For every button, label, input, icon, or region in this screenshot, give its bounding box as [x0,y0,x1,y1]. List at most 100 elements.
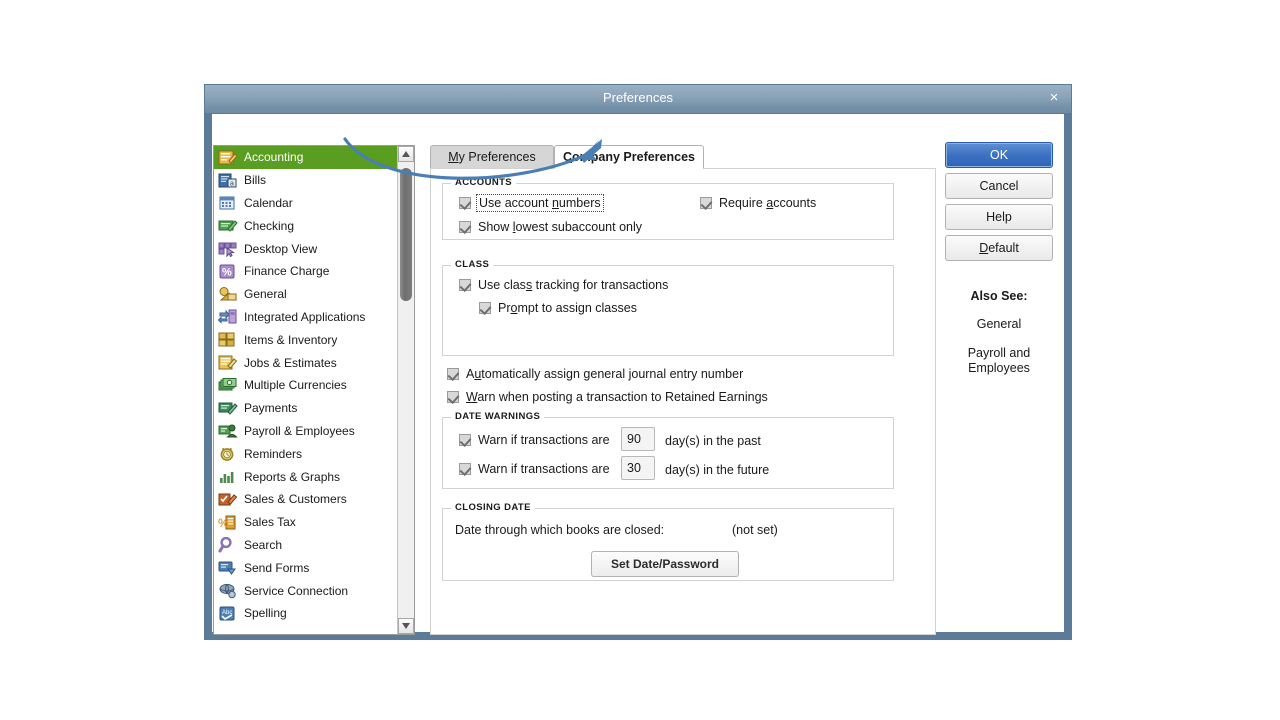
spelling-icon: Abc [218,605,238,622]
sidebar-item-jobs-estimates[interactable]: Jobs & Estimates [214,351,398,374]
sidebar-item-accounting[interactable]: Accounting [214,146,398,169]
sidebar-item-sales-tax[interactable]: % Sales Tax [214,511,398,534]
warn-future-row[interactable]: Warn if transactions are [459,462,610,476]
svg-text:%: % [218,516,229,530]
desktop-view-icon [218,240,238,258]
sidebar-item-payroll-employees[interactable]: Payroll & Employees [214,420,398,443]
help-button[interactable]: Help [945,204,1053,230]
sidebar-scrollbar[interactable] [397,146,414,634]
closing-date-value: (not set) [732,523,778,537]
sidebar-item-label: Bills [244,173,267,188]
auto-assign-journal-row[interactable]: Automatically assign general journal ent… [447,367,743,381]
show-lowest-subaccount-row[interactable]: Show lowest subaccount only [459,220,642,234]
prompt-assign-classes-row[interactable]: Prompt to assign classes [479,301,637,315]
reminders-icon [218,445,238,462]
require-accounts-label: Require accounts [719,196,817,210]
sidebar-item-items-inventory[interactable]: Items & Inventory [214,328,398,351]
sidebar-item-service-connection[interactable]: Service Connection [214,579,398,602]
screen: Preferences × Accounting a Bills Calendar Ch… [0,0,1280,720]
days-in-future-suffix: day(s) in the future [665,463,770,477]
require-accounts-checkbox[interactable] [700,197,712,209]
use-class-tracking-label: Use class tracking for transactions [478,278,669,292]
jobs-estimates-icon [218,354,238,371]
warn-retained-earnings-label: Warn when posting a transaction to Retai… [466,390,768,404]
date-warnings-group: DATE WARNINGS Warn if transactions are 9… [442,411,894,489]
sidebar-item-label: Integrated Applications [244,309,366,324]
days-in-past-input[interactable]: 90 [621,427,655,451]
reports-graphs-icon [218,468,238,485]
finance-charge-icon: % [218,263,238,280]
sidebar-item-calendar[interactable]: Calendar [214,192,398,215]
also-see-link-general[interactable]: General [945,317,1053,332]
accounts-group-title: ACCOUNTS [451,177,517,188]
sidebar-item-label: Service Connection [244,583,349,598]
multiple-currencies-icon [218,377,238,394]
sidebar-item-desktop-view[interactable]: Desktop View [214,237,398,260]
dialog-inner: Accounting a Bills Calendar Checking Desktop … [212,114,1064,635]
sidebar-item-spelling[interactable]: Abc Spelling [214,602,398,625]
tab-company-preferences[interactable]: Company Preferences [554,145,704,169]
sidebar-item-search[interactable]: Search [214,534,398,557]
warn-past-label: Warn if transactions are [478,433,610,447]
default-button[interactable]: Default [945,235,1053,261]
sidebar-item-send-forms[interactable]: Send Forms [214,556,398,579]
class-group-title: CLASS [451,259,494,270]
days-in-past-suffix: day(s) in the past [665,434,761,448]
closing-date-group-title: CLOSING DATE [451,502,535,513]
use-account-numbers-checkbox[interactable] [459,197,471,209]
auto-assign-journal-checkbox[interactable] [447,368,459,380]
sidebar-item-finance-charge[interactable]: % Finance Charge [214,260,398,283]
warn-past-checkbox[interactable] [459,434,471,446]
sidebar-item-label: Send Forms [244,560,310,575]
preferences-category-list[interactable]: Accounting a Bills Calendar Checking Desktop … [213,145,415,635]
class-group: CLASS Use class tracking for transaction… [442,259,894,356]
sidebar-item-sales-customers[interactable]: Sales & Customers [214,488,398,511]
sidebar-item-bills[interactable]: a Bills [214,169,398,192]
also-see-heading: Also See: [970,289,1028,303]
days-in-future-input[interactable]: 30 [621,456,655,480]
use-class-tracking-row[interactable]: Use class tracking for transactions [459,278,668,292]
sidebar-item-label: Desktop View [244,241,318,256]
items-inventory-icon [218,331,238,348]
sidebar-item-label: Spelling [244,606,287,621]
send-forms-icon [218,559,238,576]
sidebar-item-label: Sales & Customers [244,492,347,507]
sidebar-item-label: Jobs & Estimates [244,355,337,370]
prompt-assign-classes-checkbox[interactable] [479,302,491,314]
scroll-down-icon[interactable] [398,618,414,634]
checking-icon [218,217,238,234]
scroll-up-icon[interactable] [398,146,414,162]
close-icon[interactable]: × [1045,89,1063,107]
bills-icon: a [218,172,238,189]
warn-retained-earnings-checkbox[interactable] [447,391,459,403]
sidebar-item-payments[interactable]: Payments [214,397,398,420]
sidebar-item-label: General [244,287,287,302]
show-lowest-subaccount-checkbox[interactable] [459,221,471,233]
also-see-link-payroll-and-employees[interactable]: Payroll and Employees [945,346,1053,376]
warn-future-checkbox[interactable] [459,463,471,475]
sidebar-item-multiple-currencies[interactable]: Multiple Currencies [214,374,398,397]
closing-date-label: Date through which books are closed: [455,523,665,537]
sidebar-item-label: Items & Inventory [244,332,338,347]
use-account-numbers-row[interactable]: Use account numbers [459,194,604,212]
cancel-button[interactable]: Cancel [945,173,1053,199]
scrollbar-thumb[interactable] [400,168,412,301]
ok-button[interactable]: OK [945,142,1053,168]
svg-text:a: a [230,180,234,187]
require-accounts-row[interactable]: Require accounts [700,196,816,210]
warn-past-row[interactable]: Warn if transactions are [459,433,610,447]
sidebar-item-integrated-applications[interactable]: Integrated Applications [214,306,398,329]
set-date-password-button[interactable]: Set Date/Password [591,551,739,577]
sidebar-item-label: Reports & Graphs [244,469,341,484]
use-class-tracking-checkbox[interactable] [459,279,471,291]
warn-retained-earnings-row[interactable]: Warn when posting a transaction to Retai… [447,390,768,404]
sidebar-item-checking[interactable]: Checking [214,214,398,237]
sidebar-items: Accounting a Bills Calendar Checking Desktop … [214,146,398,625]
payroll-employees-icon [218,422,238,439]
sidebar-item-reports-graphs[interactable]: Reports & Graphs [214,465,398,488]
dialog-actions: OK Cancel Help Default Also See: General… [945,142,1063,390]
tab-my-preferences[interactable]: My Preferences [430,145,554,169]
sidebar-item-general[interactable]: General [214,283,398,306]
sales-tax-icon: % [218,514,238,531]
sidebar-item-reminders[interactable]: Reminders [214,442,398,465]
